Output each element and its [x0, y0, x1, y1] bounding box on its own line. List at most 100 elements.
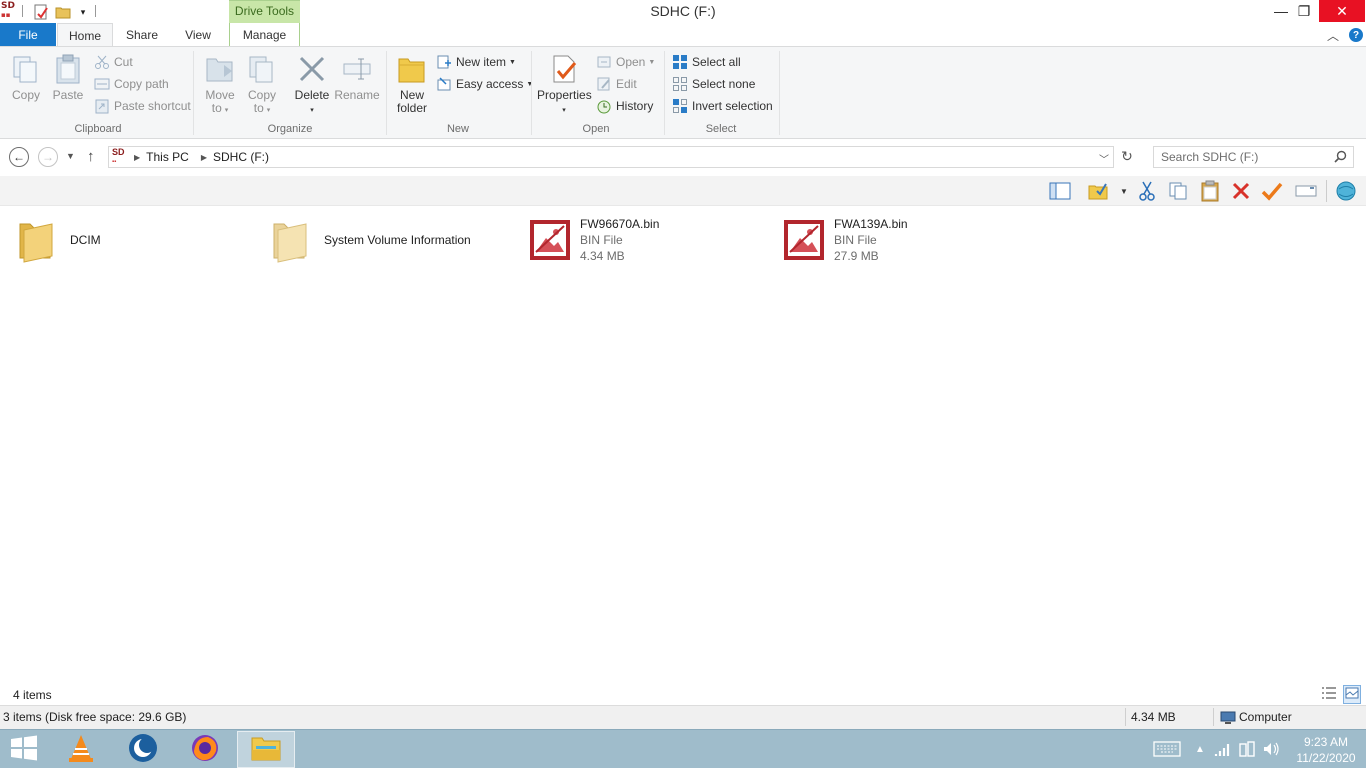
list-item-file-fw96670a[interactable]: FW96670A.bin BIN File 4.34 MB — [526, 212, 766, 268]
rename-button[interactable]: Rename — [334, 53, 380, 102]
new-item-button[interactable]: New item ▼ — [436, 53, 516, 71]
breadcrumb-this-pc[interactable]: This PC — [146, 150, 189, 164]
breadcrumb-sdhc[interactable]: SDHC (F:) — [213, 150, 269, 164]
new-folder-button[interactable]: New folder — [393, 53, 431, 115]
address-dropdown-chevron-icon[interactable]: ﹀ — [1099, 151, 1109, 166]
open-button[interactable]: Open ▼ — [596, 53, 655, 71]
properties-check-icon[interactable] — [1260, 180, 1284, 202]
tab-view[interactable]: View — [172, 23, 224, 47]
paste-toolbar-icon[interactable] — [1198, 180, 1222, 202]
file-list[interactable]: DCIM System Volume Information FW96670A.… — [0, 206, 1366, 684]
copy-button[interactable]: Copy — [8, 53, 44, 102]
group-separator — [193, 51, 194, 135]
list-item-folder-dcim[interactable]: DCIM — [16, 212, 256, 268]
delete-toolbar-icon[interactable] — [1229, 180, 1253, 202]
item-name: DCIM — [70, 233, 101, 247]
move-to-button[interactable]: Move to ▾ — [201, 53, 239, 117]
copy-path-icon — [94, 76, 110, 92]
network-globe-icon[interactable] — [1334, 180, 1358, 202]
search-input[interactable] — [1161, 150, 1331, 164]
folder-options-icon[interactable] — [1086, 180, 1110, 202]
taskbar-firefox[interactable] — [176, 731, 234, 768]
edit-button[interactable]: Edit — [596, 75, 637, 93]
sd-card-icon: SD ▪▪ — [112, 147, 125, 166]
forward-button[interactable]: → — [38, 147, 58, 167]
history-button[interactable]: History — [596, 97, 653, 115]
up-arrow-icon[interactable]: ↑ — [87, 148, 95, 165]
close-icon: ✕ — [1336, 2, 1348, 19]
open-group-label: Open — [582, 123, 610, 135]
windows-logo-icon — [10, 735, 38, 764]
history-icon — [596, 98, 612, 114]
rename-toolbar-icon[interactable] — [1294, 180, 1318, 202]
copy-toolbar-icon[interactable] — [1166, 180, 1190, 202]
copy-path-button[interactable]: Copy path — [94, 75, 169, 93]
easy-access-button[interactable]: Easy access ▼ — [436, 75, 533, 93]
show-hidden-icons-chevron-icon[interactable]: ▲ — [1191, 740, 1209, 758]
explorer-status-bar: 4 items — [0, 684, 1366, 704]
select-none-button[interactable]: Select none — [672, 75, 755, 93]
tab-home[interactable]: Home — [57, 23, 113, 47]
breadcrumb-separator-icon[interactable]: ▶ — [134, 153, 140, 162]
volume-speaker-icon[interactable] — [1262, 740, 1280, 758]
organize-group-label: Organize — [267, 123, 313, 135]
select-all-button[interactable]: Select all — [672, 53, 741, 71]
refresh-button[interactable]: ↻ — [1117, 148, 1137, 168]
list-item-file-fwa139a[interactable]: FWA139A.bin BIN File 27.9 MB — [780, 212, 1020, 268]
delete-button[interactable]: Delete ▾ — [293, 53, 331, 117]
taskbar-vlc[interactable] — [52, 731, 110, 768]
search-box[interactable] — [1153, 146, 1354, 168]
details-view-icon[interactable] — [1321, 686, 1337, 703]
clock-time: 9:23 AM — [1303, 735, 1349, 749]
recent-locations-chevron-icon[interactable]: ▼ — [66, 151, 75, 161]
title-bar: SD ▪▪ ▾ Drive Tools SDHC (F:) — ❐ ✕ — [0, 0, 1366, 23]
list-item-folder-system-volume-information[interactable]: System Volume Information — [270, 212, 510, 268]
tiles-view-icon[interactable] — [1343, 685, 1361, 704]
close-button[interactable]: ✕ — [1319, 0, 1365, 22]
selection-info: 3 items (Disk free space: 29.6 GB) — [3, 710, 187, 724]
status-divider — [1125, 708, 1126, 726]
back-button[interactable]: ← — [9, 147, 29, 167]
firefox-icon — [190, 733, 220, 766]
ribbon-tab-row: File Home Share View Manage ︿ ? — [0, 23, 1366, 47]
start-button[interactable] — [0, 731, 48, 768]
group-separator — [779, 51, 780, 135]
collapse-ribbon-chevron-icon[interactable]: ︿ — [1325, 27, 1341, 43]
new-folder-icon — [396, 53, 428, 85]
easy-access-icon — [436, 76, 452, 92]
paste-shortcut-button[interactable]: Paste shortcut — [94, 97, 191, 115]
taskbar-file-explorer[interactable] — [237, 731, 295, 768]
toolbar-separator — [1326, 180, 1327, 202]
touch-keyboard-icon[interactable] — [1152, 740, 1182, 758]
preview-pane-icon[interactable] — [1048, 180, 1072, 202]
copy-to-button[interactable]: Copy to ▾ — [243, 53, 281, 117]
address-bar[interactable]: SD ▪▪ ▶ This PC ▶ SDHC (F:) ﹀ — [108, 146, 1114, 168]
network-signal-icon[interactable] — [1214, 740, 1232, 758]
paste-icon — [52, 53, 84, 85]
help-icon[interactable]: ? — [1349, 28, 1363, 42]
group-separator — [531, 51, 532, 135]
invert-selection-button[interactable]: Invert selection — [672, 97, 773, 115]
group-separator — [386, 51, 387, 135]
item-size: 4.34 MB — [580, 249, 625, 263]
paste-button[interactable]: Paste — [50, 53, 86, 102]
item-name: FW96670A.bin — [580, 217, 660, 231]
delete-x-icon — [296, 53, 328, 85]
tab-manage[interactable]: Manage — [229, 23, 300, 47]
properties-button[interactable]: Properties ▾ — [537, 53, 592, 117]
taskbar-ccleaner[interactable] — [114, 731, 172, 768]
group-separator — [664, 51, 665, 135]
folder-options-chevron-icon[interactable]: ▼ — [1112, 180, 1136, 202]
item-name: FWA139A.bin — [834, 217, 908, 231]
address-row: ← → ▼ ↑ SD ▪▪ ▶ This PC ▶ SDHC (F:) ﹀ ↻ — [0, 139, 1366, 175]
file-explorer-icon — [250, 734, 282, 765]
tab-file[interactable]: File — [0, 23, 56, 47]
cut-button[interactable]: Cut — [94, 53, 133, 71]
taskbar-clock[interactable]: 9:23 AM 11/22/2020 — [1292, 734, 1360, 766]
breadcrumb-separator-icon[interactable]: ▶ — [201, 153, 207, 162]
folder-icon — [270, 216, 318, 264]
cut-toolbar-icon[interactable] — [1135, 180, 1159, 202]
tab-share[interactable]: Share — [116, 23, 168, 47]
ribbon: Copy Paste Cut Copy path Paste shortcut … — [0, 46, 1366, 139]
power-plug-icon[interactable] — [1238, 740, 1256, 758]
